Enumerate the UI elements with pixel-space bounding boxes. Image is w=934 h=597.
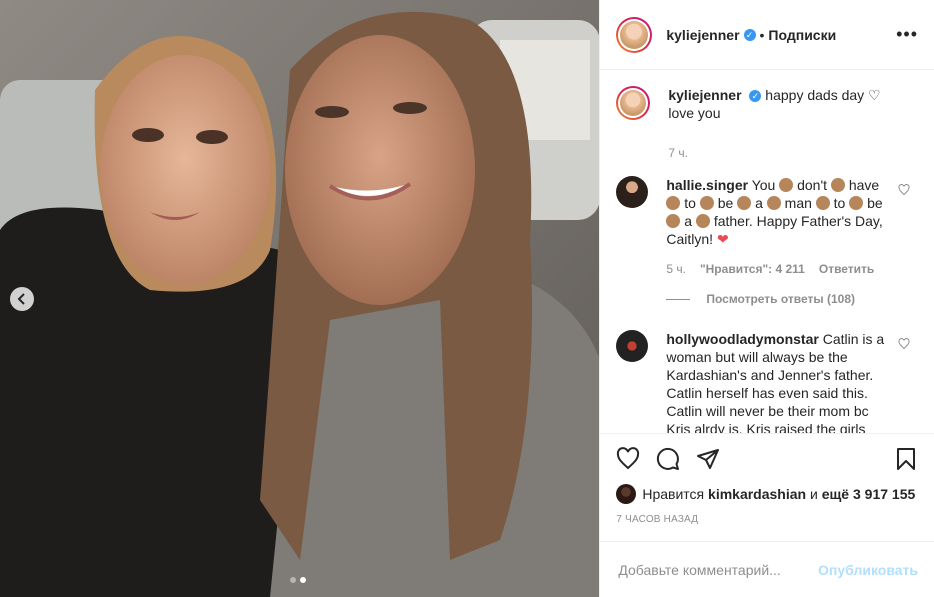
- liker-avatar: [616, 484, 637, 504]
- add-comment-bar: Опубликовать: [600, 541, 934, 597]
- clap-emoji-icon: [766, 196, 781, 210]
- carousel-dot-active: [300, 577, 306, 583]
- view-replies-label: Посмотреть ответы (108): [706, 292, 856, 306]
- verified-badge-icon: ✓: [743, 28, 756, 41]
- commenter-avatar[interactable]: [616, 176, 649, 208]
- comment-word: You: [751, 177, 776, 193]
- liker-username[interactable]: kimkardashian: [708, 486, 806, 502]
- comment-item: hallie.singer You don't have to be a man…: [616, 176, 918, 278]
- reply-button[interactable]: Ответить: [819, 260, 874, 278]
- author-username[interactable]: kyliejenner: [666, 27, 739, 43]
- clap-emoji-icon: [815, 196, 830, 210]
- clap-emoji-icon: [695, 214, 710, 228]
- post-actions: Нравится kimkardashian и ещё 3 917 155 7…: [600, 433, 934, 525]
- replies-divider: [666, 298, 691, 300]
- comment-body: hallie.singer You don't have to be a man…: [666, 176, 896, 278]
- instagram-post: kyliejenner ✓ • Подписки ••• kyliejenner…: [0, 0, 934, 597]
- clap-emoji-icon: [779, 178, 794, 192]
- comment-word: a: [684, 213, 693, 229]
- comment-input[interactable]: [616, 560, 819, 579]
- header-separator: •: [759, 26, 765, 43]
- comment-word: a: [755, 195, 763, 211]
- like-comment-icon[interactable]: [898, 338, 910, 350]
- comment-username[interactable]: hallie.singer: [666, 177, 748, 193]
- likes-middle: и: [809, 486, 818, 502]
- more-options-icon[interactable]: •••: [896, 24, 918, 45]
- post-header: kyliejenner ✓ • Подписки •••: [600, 0, 934, 70]
- clap-emoji-icon: [699, 196, 714, 210]
- previous-photo-button[interactable]: [10, 287, 34, 311]
- comment-icon[interactable]: [656, 447, 680, 471]
- carousel-dots: [290, 577, 306, 583]
- comment-word: have: [848, 177, 880, 193]
- chevron-left-icon: [17, 293, 25, 305]
- selfie-image: [0, 0, 600, 597]
- comment-word: man: [784, 195, 812, 211]
- red-heart-emoji-icon: ❤: [716, 231, 729, 247]
- caption-body: kyliejenner ✓ happy dads day ♡ love you …: [668, 86, 898, 162]
- clap-emoji-icon: [666, 214, 681, 228]
- clap-emoji-icon: [830, 178, 845, 192]
- comment-word: be: [867, 195, 883, 211]
- publish-button[interactable]: Опубликовать: [818, 562, 918, 578]
- verified-badge-icon: ✓: [749, 90, 762, 103]
- clap-emoji-icon: [849, 196, 864, 210]
- clap-emoji-icon: [737, 196, 752, 210]
- caption-row: kyliejenner ✓ happy dads day ♡ love you …: [616, 86, 918, 162]
- author-avatar[interactable]: [616, 16, 653, 53]
- comment-meta: 5 ч. "Нравится": 4 211 Ответить: [666, 260, 896, 278]
- following-button[interactable]: Подписки: [768, 27, 836, 43]
- comments-list[interactable]: kyliejenner ✓ happy dads day ♡ love you …: [600, 70, 934, 433]
- like-comment-icon[interactable]: [898, 184, 910, 196]
- view-replies-button[interactable]: Посмотреть ответы (108): [666, 292, 918, 306]
- carousel-dot: [290, 577, 296, 583]
- comment-item: hollywoodladymonstar Catlin is a woman b…: [616, 330, 918, 433]
- likes-summary[interactable]: Нравится kimkardashian и ещё 3 917 155: [616, 484, 918, 504]
- commenter-avatar[interactable]: [616, 330, 649, 362]
- action-icons: [616, 446, 918, 472]
- share-icon[interactable]: [696, 447, 720, 471]
- post-side-panel: kyliejenner ✓ • Подписки ••• kyliejenner…: [599, 0, 934, 597]
- comment-word: father.: [713, 213, 753, 229]
- caption-avatar[interactable]: [616, 86, 651, 120]
- post-photo[interactable]: [0, 0, 600, 597]
- caption-time[interactable]: 7 ч.: [668, 144, 688, 162]
- likes-prefix: Нравится: [642, 486, 705, 502]
- comment-username[interactable]: hollywoodladymonstar: [666, 331, 818, 347]
- comment-body: hollywoodladymonstar Catlin is a woman b…: [666, 330, 896, 433]
- comment-likes[interactable]: "Нравится": 4 211: [700, 260, 805, 278]
- likes-others[interactable]: ещё 3 917 155: [822, 486, 916, 502]
- comment-word: don't: [797, 177, 828, 193]
- comment-word: to: [833, 195, 846, 211]
- heart-icon[interactable]: [616, 447, 640, 471]
- post-timestamp[interactable]: 7 ЧАСОВ НАЗАД: [616, 514, 918, 525]
- comment-word: be: [717, 195, 734, 211]
- bookmark-icon[interactable]: [894, 447, 918, 471]
- caption-username[interactable]: kyliejenner: [668, 87, 741, 103]
- comment-time[interactable]: 5 ч.: [666, 260, 686, 278]
- clap-emoji-icon: [666, 196, 681, 210]
- comment-word: to: [684, 195, 696, 211]
